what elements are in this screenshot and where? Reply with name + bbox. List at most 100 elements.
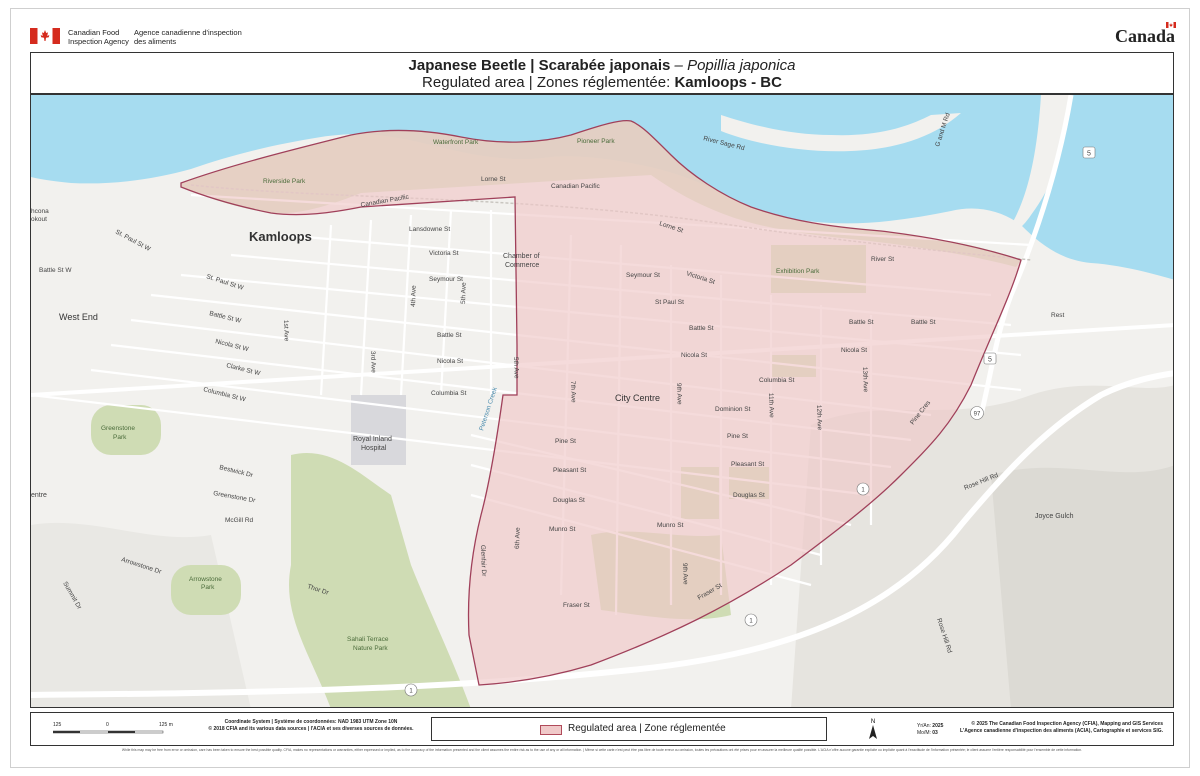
- north-label: N: [871, 719, 875, 725]
- street-canadian-pacific: Canadian Pacific: [551, 183, 601, 190]
- label-centre-edge: entre: [31, 492, 47, 499]
- label-greenstone-park-1: Greenstone: [101, 425, 135, 432]
- city-label-kamloops: Kamloops: [249, 229, 312, 244]
- label-riverside-park: Riverside Park: [263, 178, 306, 185]
- label-joyce-gulch: Joyce Gulch: [1035, 513, 1074, 520]
- agency-header: Canadian Food Inspection Agency Agence c…: [30, 22, 1176, 52]
- label-city-centre: City Centre: [615, 393, 660, 403]
- street-nicola-3: Nicola St: [841, 347, 867, 354]
- copyright-line-1: © 2025 The Canadian Food Inspection Agen…: [971, 721, 1163, 727]
- label-hospital-2: Hospital: [361, 445, 387, 452]
- label-waterfront-park: Waterfront Park: [433, 139, 479, 146]
- map-title-box: Japanese Beetle | Scarabée japonais – Po…: [30, 52, 1174, 94]
- street-seymour: Seymour St: [429, 276, 463, 283]
- street-battle-w: Battle St W: [39, 267, 72, 274]
- label-chamber-1: Chamber of: [503, 253, 540, 260]
- legend: Regulated area | Zone réglementée: [431, 717, 827, 741]
- street-battle-4: Battle St: [911, 319, 936, 326]
- hwy-shield-1a: 1: [856, 482, 870, 496]
- street-munro-2: Munro St: [657, 522, 684, 529]
- title-scientific-name: Popillia japonica: [687, 57, 796, 74]
- street-munro: Munro St: [549, 526, 576, 533]
- label-arrowstone-park-2: Park: [201, 584, 215, 591]
- label-nchcona: hcona: [31, 208, 49, 215]
- wordmark-flag-icon: [1166, 22, 1176, 28]
- street-6th-ave: 6th Ave: [514, 527, 522, 549]
- hwy-shield-1b: 1: [744, 613, 758, 627]
- street-12th-ave: 12th Ave: [815, 405, 823, 431]
- street-dominion: Dominion St: [715, 406, 751, 413]
- canada-wordmark-text: Canada: [1114, 26, 1175, 46]
- coord-line-2: © 2018 CFIA and its various data sources…: [208, 726, 414, 732]
- street-9th-ave-2: 9th Ave: [681, 563, 689, 585]
- street-victoria: Victoria St: [429, 250, 459, 257]
- title-separator: |: [526, 57, 539, 74]
- label-exhibition-park: Exhibition Park: [776, 268, 820, 275]
- street-pine-2: Pine St: [727, 433, 748, 440]
- street-3rd-ave: 3rd Ave: [369, 351, 377, 374]
- hwy-5a-number: 5: [1087, 151, 1091, 158]
- street-11th-ave: 11th Ave: [767, 393, 775, 418]
- label-arrowstone-park-1: Arrowstone: [189, 576, 222, 583]
- street-battle-2: Battle St: [689, 325, 714, 332]
- label-sahali-park-2: Nature Park: [353, 645, 388, 652]
- map-footer: 125 0 125 m Coordinate System | Système …: [30, 712, 1174, 746]
- copyright-line-2: L'Agence canadienne d'inspection des ali…: [960, 728, 1163, 734]
- label-hospital-1: Royal Inland: [353, 436, 392, 443]
- street-glenfair: Glenfair Dr: [479, 545, 487, 577]
- canada-flag-icon: [30, 28, 60, 44]
- hwy-5b-number: 5: [988, 357, 992, 364]
- street-st-paul: St Paul St: [655, 299, 684, 306]
- title-common-fr: Scarabée japonais: [538, 57, 671, 74]
- hwy-shield-1c: 1: [404, 683, 418, 697]
- ridge-shading: [991, 465, 1173, 707]
- street-nicola: Nicola St: [437, 358, 463, 365]
- map-subtitle: Regulated area | Zones réglementée: Kaml…: [31, 74, 1173, 91]
- scale-label-right: 125 m: [159, 722, 173, 728]
- title-dash: –: [670, 57, 688, 74]
- scale-label-mid: 0: [106, 722, 109, 728]
- hwy-shield-5b: 5: [983, 352, 997, 365]
- label-rest: Rest: [1051, 312, 1065, 319]
- scale-bar: [53, 730, 164, 734]
- street-battle-3: Battle St: [849, 319, 874, 326]
- agency-name-en: Canadian Food Inspection Agency: [68, 28, 129, 46]
- street-pleasant: Pleasant St: [553, 467, 586, 474]
- street-seymour-2: Seymour St: [626, 272, 660, 279]
- street-13th-ave: 13th Ave: [861, 367, 869, 393]
- street-5th-ave: 5th Ave: [460, 282, 468, 304]
- street-9th-ave: 9th Ave: [675, 383, 683, 405]
- hwy-97-number: 97: [974, 412, 981, 418]
- street-4th-ave: 4th Ave: [410, 285, 418, 307]
- label-chamber-2: Commerce: [505, 262, 539, 269]
- legend-regulated-swatch: [540, 725, 562, 735]
- street-nicola-2: Nicola St: [681, 352, 707, 359]
- street-lorne: Lorne St: [481, 176, 506, 183]
- agency-name-fr: Agence canadienne d'inspection des alime…: [134, 28, 242, 46]
- label-pioneer-park: Pioneer Park: [577, 138, 615, 145]
- north-arrow-icon: N: [869, 719, 877, 739]
- street-pleasant-2: Pleasant St: [731, 461, 764, 468]
- street-columbia-2: Columbia St: [759, 377, 795, 384]
- street-river: River St: [871, 256, 894, 263]
- street-columbia: Columbia St: [431, 390, 467, 397]
- subtitle-location: Kamloops - BC: [674, 74, 782, 91]
- street-battle: Battle St: [437, 332, 462, 339]
- street-pine: Pine St: [555, 438, 576, 445]
- street-lansdowne: Lansdowne St: [409, 226, 450, 233]
- canada-wordmark: Canada: [1114, 22, 1176, 47]
- map-frame[interactable]: 5 5 97 1 1 1 Kamloops West End City Cent…: [30, 94, 1174, 708]
- label-lookout: okout: [31, 216, 47, 223]
- copyright-note: © 2025 The Canadian Food Inspection Agen…: [923, 721, 1163, 735]
- hwy-shield-5a: 5: [1082, 146, 1096, 159]
- coordinate-system-note: Coordinate System | Système de coordonné…: [201, 719, 421, 733]
- label-greenstone-park-2: Park: [113, 434, 127, 441]
- label-sahali-park-1: Sahali Terrace: [347, 636, 389, 643]
- label-west-end: West End: [59, 312, 98, 322]
- disclaimer-text: While this map may be free from error or…: [121, 748, 1083, 752]
- street-7th-ave: 7th Ave: [569, 381, 577, 403]
- title-common-en: Japanese Beetle: [408, 57, 527, 74]
- street-fraser: Fraser St: [563, 602, 590, 609]
- subtitle-prefix: Regulated area | Zones réglementée:: [422, 74, 675, 91]
- street-mcgill: McGill Rd: [225, 517, 254, 524]
